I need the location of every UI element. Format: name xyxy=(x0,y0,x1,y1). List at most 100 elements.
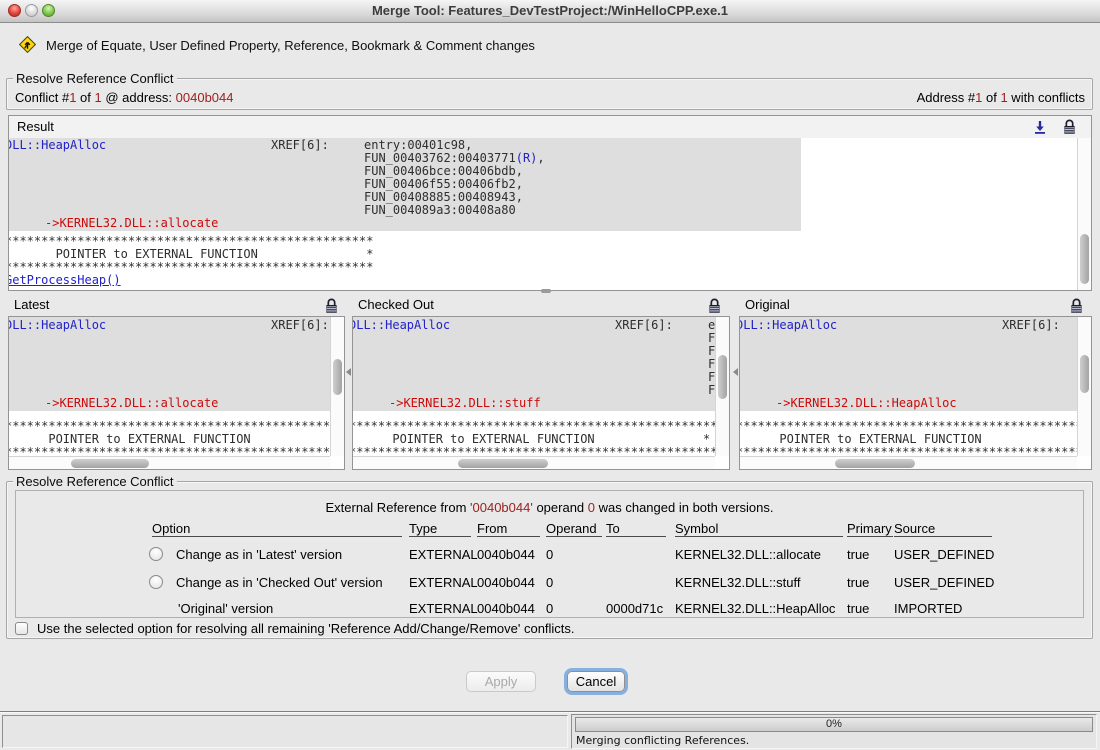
cancel-button[interactable]: Cancel xyxy=(567,671,625,692)
checked-out-symbol-line: DLL::HeapAlloc xyxy=(352,319,450,332)
latest-external-ref: ->KERNEL32.DLL::allocate xyxy=(45,397,218,410)
latest-panel-header: Latest xyxy=(8,296,345,316)
address-counter: Address #1 of 1 with conflicts xyxy=(917,90,1085,105)
col-header-source: Source xyxy=(894,521,992,537)
conflict-counter-text: Conflict # xyxy=(15,90,69,105)
window-title: Merge Tool: Features_DevTestProject:/Win… xyxy=(0,0,1100,22)
row3-source: IMPORTED xyxy=(894,601,962,616)
latest-hscroll-thumb[interactable] xyxy=(71,459,149,468)
col-header-symbol: Symbol xyxy=(675,521,843,537)
original-panel: Original DLL::HeapAlloc XREF[6]: ->KERNE… xyxy=(739,296,1092,470)
description-address: '0040b044' xyxy=(470,500,533,515)
merge-icon xyxy=(19,36,36,53)
checked-out-listing[interactable]: DLL::HeapAlloc XREF[6]: e F F F F F ->KE… xyxy=(352,316,730,470)
row1-primary: true xyxy=(847,547,869,562)
checked-out-panel: Checked Out DLL::HeapAlloc XREF[6]: e F … xyxy=(352,296,730,470)
latest-listing[interactable]: DLL::HeapAlloc XREF[6]: ->KERNEL32.DLL::… xyxy=(8,316,345,470)
original-hscroll-thumb[interactable] xyxy=(835,459,915,468)
col-header-from: From xyxy=(477,521,540,537)
checked-out-panel-title: Checked Out xyxy=(358,297,434,312)
splitter-collapse-arrow[interactable] xyxy=(733,368,738,376)
latest-panel-title: Latest xyxy=(14,297,49,312)
status-left-panel xyxy=(2,715,568,748)
result-external-ref: ->KERNEL32.DLL::allocate xyxy=(45,217,218,230)
result-function-line: GetProcessHeap() xyxy=(9,274,121,287)
option-checked-out-label[interactable]: Change as in 'Checked Out' version xyxy=(176,575,383,590)
status-divider-highlight xyxy=(0,712,1100,713)
result-xref-5: FUN_004089a3:00408a80 xyxy=(364,204,516,217)
checked-out-vscroll-thumb[interactable] xyxy=(718,355,727,399)
row2-symbol: KERNEL32.DLL::stuff xyxy=(675,575,801,590)
col-header-option: Option xyxy=(152,521,402,537)
latest-vscroll-thumb[interactable] xyxy=(333,359,342,395)
checked-out-horizontal-scrollbar[interactable] xyxy=(353,456,715,469)
close-button[interactable] xyxy=(8,4,21,17)
original-external-ref: ->KERNEL32.DLL::HeapAlloc xyxy=(776,397,957,410)
result-vertical-scrollbar[interactable] xyxy=(1077,138,1091,290)
row3-from: 0040b044 xyxy=(477,601,535,616)
row2-type: EXTERNAL xyxy=(409,575,478,590)
row2-primary: true xyxy=(847,575,869,590)
col-header-type: Type xyxy=(409,521,471,537)
row2-from: 0040b044 xyxy=(477,575,535,590)
checked-out-external-ref: ->KERNEL32.DLL::stuff xyxy=(389,397,541,410)
row1-operand: 0 xyxy=(546,547,553,562)
status-right-panel: 0% Merging conflicting References. xyxy=(571,714,1097,749)
row1-symbol: KERNEL32.DLL::allocate xyxy=(675,547,821,562)
conflict-groupbox: Resolve Reference Conflict Conflict #1 o… xyxy=(6,78,1093,110)
result-xref-label: XREF[6]: xyxy=(271,139,329,152)
original-symbol-line: DLL::HeapAlloc xyxy=(739,319,837,332)
original-panel-header: Original xyxy=(739,296,1092,316)
address-total: 1 xyxy=(1000,90,1007,105)
resolve-inner-panel: External Reference from '0040b044' opera… xyxy=(15,490,1084,618)
lock-icon[interactable] xyxy=(1069,297,1084,314)
zoom-button[interactable] xyxy=(42,4,55,17)
original-vertical-scrollbar[interactable] xyxy=(1077,317,1091,456)
row3-operand: 0 xyxy=(546,601,553,616)
status-message: Merging conflicting References. xyxy=(576,734,749,747)
radio-checked-out-version[interactable] xyxy=(149,575,163,589)
minimize-button[interactable] xyxy=(25,4,38,17)
latest-panel: Latest DLL::HeapAlloc XREF[6]: ->KERNEL3… xyxy=(8,296,345,470)
lock-icon[interactable] xyxy=(707,297,722,314)
resolve-groupbox: Resolve Reference Conflict External Refe… xyxy=(6,481,1093,639)
original-xref-label: XREF[6]: xyxy=(1002,319,1060,332)
latest-horizontal-scrollbar[interactable] xyxy=(9,456,330,469)
splitter-collapse-arrow[interactable] xyxy=(346,368,351,376)
radio-latest-version[interactable] xyxy=(149,547,163,561)
lock-icon[interactable] xyxy=(1062,118,1077,135)
col-header-to: To xyxy=(606,521,666,537)
splitter-handle[interactable] xyxy=(541,289,551,293)
checked-out-panel-header: Checked Out xyxy=(352,296,730,316)
row1-source: USER_DEFINED xyxy=(894,547,994,562)
result-panel-header: Result xyxy=(9,116,1091,139)
apply-to-all-label[interactable]: Use the selected option for resolving al… xyxy=(37,621,575,636)
conflict-description: External Reference from '0040b044' opera… xyxy=(16,500,1083,515)
download-apply-icon[interactable] xyxy=(1033,120,1047,134)
row2-source: USER_DEFINED xyxy=(894,575,994,590)
conflict-counter: Conflict #1 of 1 @ address: 0040b044 xyxy=(15,90,234,105)
checked-out-vertical-scrollbar[interactable] xyxy=(715,317,729,456)
latest-vertical-scrollbar[interactable] xyxy=(330,317,344,456)
row1-from: 0040b044 xyxy=(477,547,535,562)
checked-out-xref-label: XREF[6]: xyxy=(615,319,673,332)
latest-symbol-line: DLL::HeapAlloc xyxy=(8,319,106,332)
description-operand: 0 xyxy=(588,500,595,515)
option-latest-label[interactable]: Change as in 'Latest' version xyxy=(176,547,342,562)
checked-out-hscroll-thumb[interactable] xyxy=(458,459,548,468)
original-panel-title: Original xyxy=(745,297,790,312)
apply-to-all-checkbox[interactable] xyxy=(15,622,28,635)
original-listing[interactable]: DLL::HeapAlloc XREF[6]: ->KERNEL32.DLL::… xyxy=(739,316,1092,470)
result-symbol-line: DLL::HeapAlloc xyxy=(9,139,106,152)
read-ref-marker: (R) xyxy=(516,151,538,165)
result-listing[interactable]: DLL::HeapAlloc XREF[6]: entry:00401c98, … xyxy=(9,138,1091,290)
apply-button[interactable]: Apply xyxy=(466,671,536,692)
result-scroll-thumb[interactable] xyxy=(1080,234,1089,284)
original-horizontal-scrollbar[interactable] xyxy=(740,456,1077,469)
conflict-groupbox-label: Resolve Reference Conflict xyxy=(13,71,177,86)
lock-icon[interactable] xyxy=(324,297,339,314)
row2-operand: 0 xyxy=(546,575,553,590)
col-header-primary: Primary xyxy=(847,521,893,537)
title-bar[interactable]: Merge Tool: Features_DevTestProject:/Win… xyxy=(0,0,1100,23)
original-vscroll-thumb[interactable] xyxy=(1080,355,1089,393)
